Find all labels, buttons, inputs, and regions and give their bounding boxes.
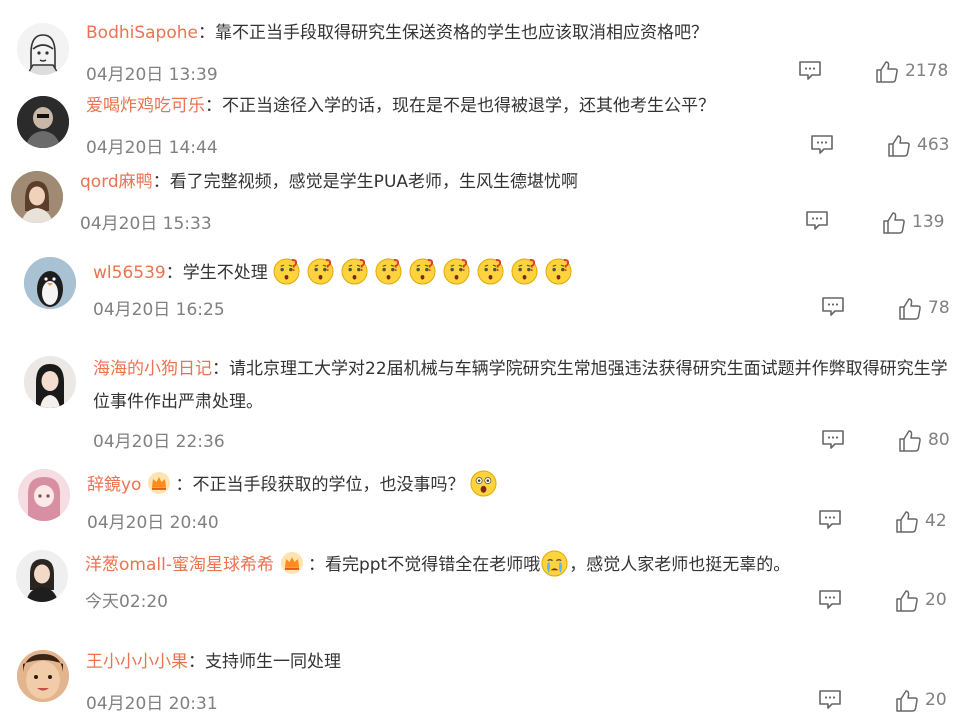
comment-text: 靠不正当手段取得研究生保送资格的学生也应该取消相应资格吧？ <box>215 23 708 43</box>
comment-timestamp: 04月20日 20:40 <box>87 513 219 533</box>
thinking-emoji-icon <box>409 258 436 285</box>
separator: ： <box>198 23 215 43</box>
like-count: 78 <box>928 298 950 318</box>
thinking-emoji-icon <box>375 258 402 285</box>
comment-username[interactable]: 洋葱omall-蜜淘星球希希 <box>85 555 274 575</box>
vip-crown-icon[interactable] <box>147 471 171 495</box>
comment-username[interactable]: 海海的小狗日记 <box>93 359 212 379</box>
like-count: 463 <box>917 135 950 155</box>
thinking-emoji-icon <box>477 258 504 285</box>
thumbs-up-icon <box>899 298 921 320</box>
emoji-row <box>273 258 579 285</box>
comment-timestamp: 今天02:20 <box>85 592 168 612</box>
like-count: 139 <box>912 212 945 232</box>
comment-timestamp: 04月20日 13:39 <box>86 65 218 85</box>
user-avatar[interactable] <box>17 96 69 148</box>
comment-text: 学生不处理 <box>182 263 268 283</box>
separator: ： <box>205 96 222 116</box>
like-count: 2178 <box>905 61 949 81</box>
reply-icon[interactable] <box>798 60 822 82</box>
separator: ： <box>165 263 183 283</box>
thumbs-up-icon <box>888 135 910 157</box>
separator: ： <box>212 359 229 379</box>
separator: ： <box>175 475 193 495</box>
separator: ： <box>188 652 205 672</box>
woman-photo-avatar <box>16 550 68 602</box>
user-avatar[interactable] <box>11 171 63 223</box>
reply-icon[interactable] <box>818 689 842 711</box>
separator: ： <box>307 555 325 575</box>
like-count: 20 <box>925 690 947 710</box>
reply-icon[interactable] <box>810 134 834 156</box>
separator: ： <box>152 172 170 192</box>
thinking-emoji-icon <box>511 258 538 285</box>
thumbs-up-icon <box>896 590 918 612</box>
user-avatar[interactable] <box>24 257 76 309</box>
comment-timestamp: 04月20日 22:36 <box>93 432 225 452</box>
like-count: 20 <box>925 590 947 610</box>
reply-icon[interactable] <box>818 589 842 611</box>
thinking-emoji-icon <box>273 258 300 285</box>
thinking-emoji-icon <box>545 258 572 285</box>
thumbs-up-icon <box>896 511 918 533</box>
comment-text: 不正当手段获取的学位，也没事吗？ <box>192 475 465 495</box>
reply-icon[interactable] <box>821 429 845 451</box>
comment-username[interactable]: qord麻鸭 <box>80 172 153 192</box>
thumbs-up-icon <box>896 690 918 712</box>
comment-timestamp: 04月20日 14:44 <box>86 138 218 158</box>
thumbs-up-icon <box>876 61 898 83</box>
comment-username[interactable]: 王小小小小果 <box>86 652 188 672</box>
comment-username[interactable]: wl56539 <box>93 263 166 283</box>
comment-username[interactable]: 辞鏡yo <box>87 475 141 495</box>
comment-text: 不正当途径入学的话，现在是不是也得被退学，还其他考生公平？ <box>222 96 715 116</box>
child-face-avatar <box>17 650 69 702</box>
comment-timestamp: 04月20日 15:33 <box>80 214 212 234</box>
comment-text: 支持师生一同处理 <box>205 652 341 672</box>
comment-username[interactable]: BodhiSapohe <box>86 23 198 43</box>
user-avatar[interactable] <box>18 469 70 521</box>
reply-icon[interactable] <box>805 210 829 232</box>
vip-crown-icon[interactable] <box>280 551 304 575</box>
thumbs-up-icon <box>899 430 921 452</box>
thinking-emoji-icon <box>341 258 368 285</box>
line-art-portrait-avatar <box>17 23 69 75</box>
comment-username[interactable]: 爱喝炸鸡吃可乐 <box>86 96 205 116</box>
dark-photo-avatar <box>17 96 69 148</box>
woman-portrait-avatar <box>24 356 76 408</box>
crying-emoji-icon <box>541 550 568 577</box>
reply-icon[interactable] <box>818 509 842 531</box>
anime-pink-avatar <box>18 469 70 521</box>
thumbs-up-icon <box>883 212 905 234</box>
thinking-emoji-icon <box>307 258 334 285</box>
shocked-emoji-icon <box>470 470 497 497</box>
comment-timestamp: 04月20日 16:25 <box>93 300 225 320</box>
reply-icon[interactable] <box>821 296 845 318</box>
user-avatar[interactable] <box>24 356 76 408</box>
girl-photo-avatar <box>11 171 63 223</box>
user-avatar[interactable] <box>17 650 69 702</box>
penguin-avatar <box>24 257 76 309</box>
like-count: 80 <box>928 430 950 450</box>
comment-text: ，感觉人家老师也挺无辜的。 <box>569 555 791 575</box>
like-count: 42 <box>925 511 947 531</box>
comment-timestamp: 04月20日 20:31 <box>86 694 218 714</box>
thinking-emoji-icon <box>443 258 470 285</box>
user-avatar[interactable] <box>17 23 69 75</box>
user-avatar[interactable] <box>16 550 68 602</box>
comment-text: 看完ppt不觉得错全在老师哦 <box>324 555 541 575</box>
comment-text: 看了完整视频，感觉是学生PUA老师，生风生德堪忧啊 <box>169 172 579 192</box>
